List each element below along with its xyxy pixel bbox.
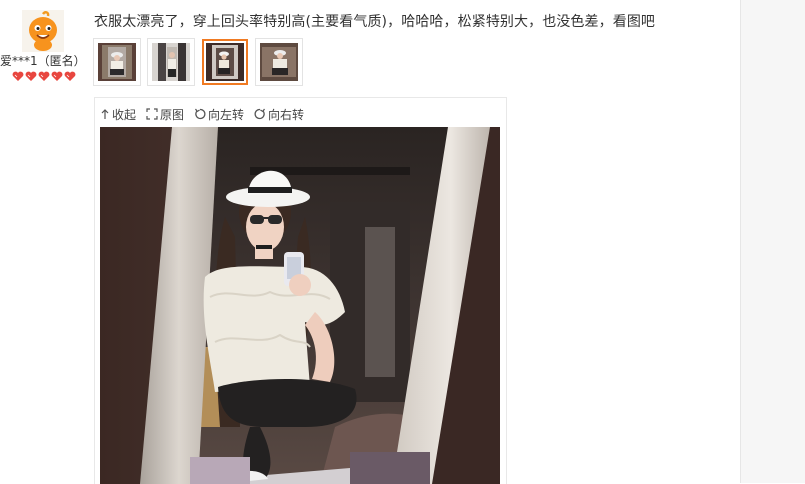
reviewer-rank-hearts bbox=[12, 71, 76, 83]
photo-viewer-toolbar: 收起 原图 向左转 向右转 bbox=[100, 105, 304, 123]
review-thumbnail-1[interactable] bbox=[94, 39, 140, 85]
rotate-left-button[interactable]: 向左转 bbox=[194, 106, 244, 123]
reviewer-avatar bbox=[22, 10, 64, 52]
review-thumbnail-3[interactable] bbox=[202, 39, 248, 85]
review-photo-image bbox=[100, 127, 500, 484]
orange-mascot-icon bbox=[22, 10, 64, 52]
expand-icon bbox=[146, 108, 158, 120]
right-side-panel bbox=[740, 0, 805, 483]
review-thumbnail-2[interactable] bbox=[148, 39, 194, 85]
review-photo-large[interactable] bbox=[100, 127, 500, 484]
collapse-button[interactable]: 收起 bbox=[100, 106, 136, 123]
photo-viewer: 收起 原图 向左转 向右转 bbox=[94, 97, 507, 484]
rotate-left-label: 向左转 bbox=[208, 107, 245, 122]
reviewer-name: 爱***1（匿名） bbox=[0, 54, 86, 68]
original-image-label: 原图 bbox=[160, 107, 185, 122]
photo-thumbnail-image bbox=[260, 43, 298, 81]
collapse-label: 收起 bbox=[112, 107, 137, 122]
photo-thumbnail-image bbox=[98, 43, 136, 81]
rotate-right-icon bbox=[254, 108, 266, 120]
rotate-right-button[interactable]: 向右转 bbox=[254, 106, 304, 123]
heart-icon bbox=[12, 71, 24, 81]
photo-thumbnail-image bbox=[206, 43, 244, 81]
rotate-right-label: 向右转 bbox=[268, 107, 305, 122]
heart-icon bbox=[64, 71, 76, 81]
heart-icon bbox=[51, 71, 63, 81]
review-text: 衣服太漂亮了，穿上回头率特别高(主要看气质)，哈哈哈，松紧特别大，也没色差，看图… bbox=[94, 14, 656, 30]
review-thumbnail-4[interactable] bbox=[256, 39, 302, 85]
review-thumbnails bbox=[94, 39, 302, 87]
collapse-arrow-icon bbox=[101, 109, 109, 119]
photo-thumbnail-image bbox=[152, 43, 190, 81]
original-image-button[interactable]: 原图 bbox=[146, 106, 184, 123]
heart-icon bbox=[25, 71, 37, 81]
rotate-left-icon bbox=[195, 108, 206, 120]
heart-icon bbox=[38, 71, 50, 81]
